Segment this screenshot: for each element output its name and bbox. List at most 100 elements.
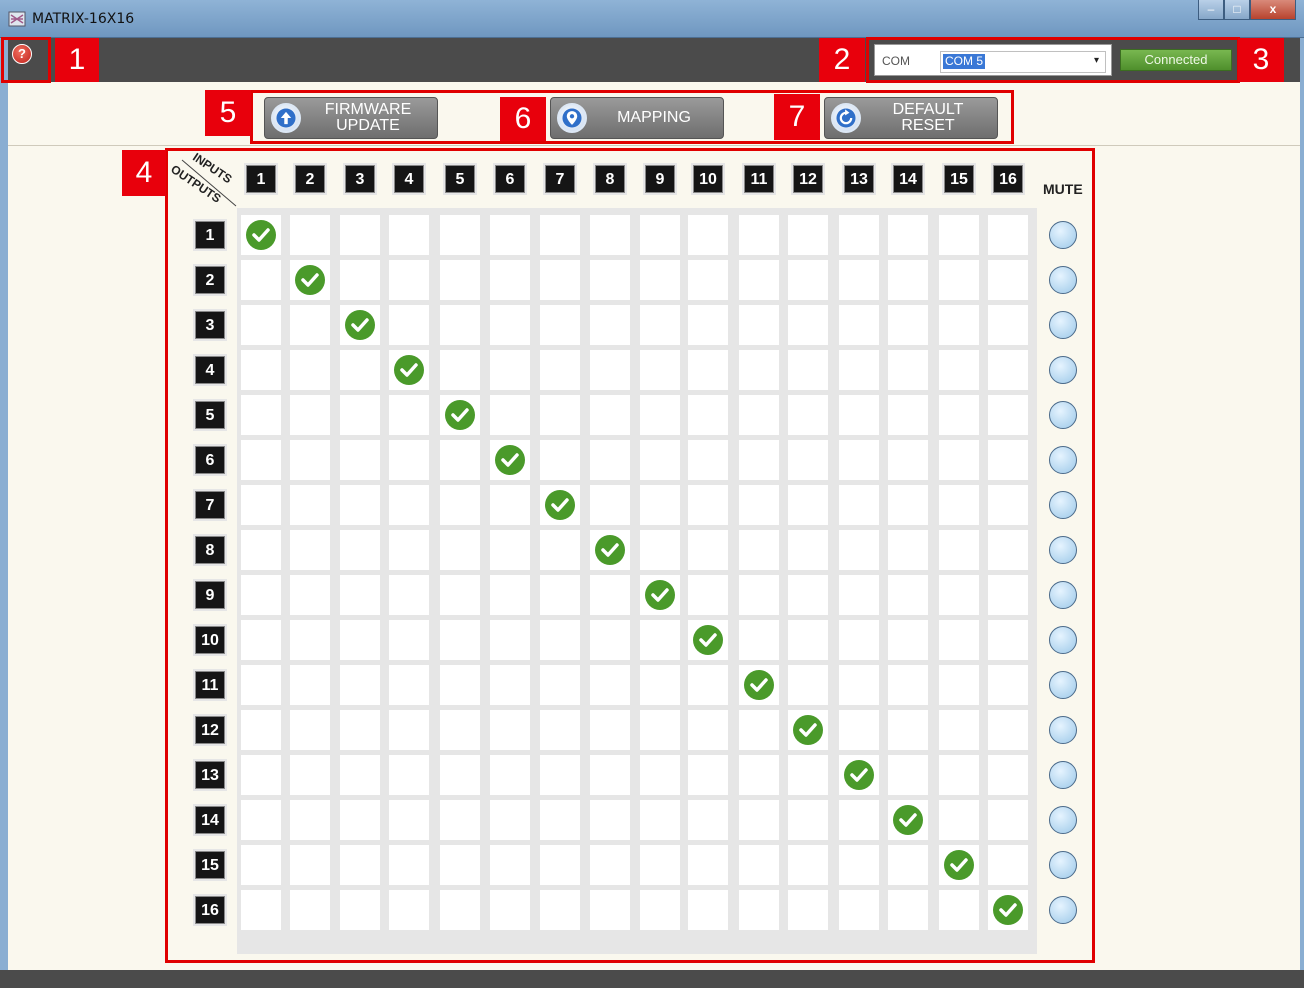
matrix-cell[interactable] [888,755,928,795]
checkmark-icon[interactable] [890,802,926,838]
matrix-cell[interactable] [739,485,779,525]
matrix-cell[interactable] [241,575,281,615]
output-5-button[interactable]: 5 [195,401,225,429]
output-14-button[interactable]: 14 [195,806,225,834]
matrix-cell[interactable] [640,890,680,930]
matrix-cell[interactable] [640,800,680,840]
matrix-cell[interactable] [290,215,330,255]
matrix-cell[interactable] [788,350,828,390]
matrix-cell[interactable] [988,485,1028,525]
input-10-button[interactable]: 10 [693,165,723,193]
matrix-cell[interactable] [340,620,380,660]
matrix-cell[interactable] [290,845,330,885]
matrix-cell[interactable] [640,665,680,705]
matrix-cell[interactable] [939,260,979,300]
matrix-cell[interactable] [988,755,1028,795]
output-12-button[interactable]: 12 [195,716,225,744]
matrix-cell[interactable] [839,395,879,435]
output-16-button[interactable]: 16 [195,896,225,924]
matrix-cell[interactable] [540,440,580,480]
matrix-cell[interactable] [640,845,680,885]
matrix-cell[interactable] [739,845,779,885]
matrix-cell[interactable] [839,665,879,705]
mute-button-output-8[interactable] [1049,536,1077,564]
matrix-cell[interactable] [590,800,630,840]
input-16-button[interactable]: 16 [993,165,1023,193]
matrix-cell[interactable] [739,260,779,300]
checkmark-icon[interactable] [741,667,777,703]
matrix-cell[interactable] [241,890,281,930]
matrix-cell[interactable] [540,530,580,570]
matrix-cell[interactable] [490,665,530,705]
matrix-cell[interactable] [640,260,680,300]
matrix-cell[interactable] [839,890,879,930]
input-14-button[interactable]: 14 [893,165,923,193]
matrix-cell[interactable] [839,485,879,525]
matrix-cell[interactable] [340,440,380,480]
matrix-cell[interactable] [739,755,779,795]
matrix-cell[interactable] [788,260,828,300]
matrix-cell[interactable] [241,710,281,750]
matrix-cell[interactable] [839,620,879,660]
matrix-cell[interactable] [340,215,380,255]
input-15-button[interactable]: 15 [944,165,974,193]
matrix-cell[interactable] [788,755,828,795]
matrix-cell[interactable] [340,485,380,525]
matrix-cell[interactable] [888,845,928,885]
matrix-cell[interactable] [440,530,480,570]
matrix-cell[interactable] [939,665,979,705]
matrix-cell[interactable] [839,350,879,390]
matrix-cell[interactable] [340,260,380,300]
matrix-cell[interactable] [888,665,928,705]
matrix-cell[interactable] [241,845,281,885]
matrix-cell[interactable] [688,530,728,570]
matrix-cell[interactable] [440,710,480,750]
matrix-cell[interactable] [241,800,281,840]
matrix-cell[interactable] [988,620,1028,660]
checkmark-icon[interactable] [790,712,826,748]
matrix-cell[interactable] [540,305,580,345]
matrix-cell[interactable] [241,485,281,525]
matrix-cell[interactable] [939,890,979,930]
matrix-cell[interactable] [788,800,828,840]
checkmark-icon[interactable] [690,622,726,658]
matrix-cell[interactable] [688,755,728,795]
matrix-cell[interactable] [839,305,879,345]
matrix-cell[interactable] [241,620,281,660]
input-5-button[interactable]: 5 [445,165,475,193]
mute-button-output-16[interactable] [1049,896,1077,924]
matrix-cell[interactable] [888,440,928,480]
matrix-cell[interactable] [590,350,630,390]
matrix-cell[interactable] [340,575,380,615]
input-4-button[interactable]: 4 [394,165,424,193]
matrix-cell[interactable] [440,665,480,705]
matrix-cell[interactable] [389,305,429,345]
matrix-cell[interactable] [839,440,879,480]
matrix-cell[interactable] [739,440,779,480]
matrix-cell[interactable] [241,395,281,435]
matrix-cell[interactable] [241,755,281,795]
matrix-cell[interactable] [389,845,429,885]
output-1-button[interactable]: 1 [195,221,225,249]
matrix-cell[interactable] [290,800,330,840]
matrix-cell[interactable] [839,800,879,840]
matrix-cell[interactable] [739,350,779,390]
matrix-cell[interactable] [340,845,380,885]
checkmark-icon[interactable] [841,757,877,793]
matrix-cell[interactable] [739,800,779,840]
matrix-cell[interactable] [640,620,680,660]
matrix-cell[interactable] [939,575,979,615]
matrix-cell[interactable] [739,710,779,750]
matrix-cell[interactable] [988,260,1028,300]
checkmark-icon[interactable] [442,397,478,433]
input-13-button[interactable]: 13 [844,165,874,193]
matrix-cell[interactable] [988,215,1028,255]
close-button[interactable]: x [1250,0,1296,20]
mute-button-output-10[interactable] [1049,626,1077,654]
matrix-cell[interactable] [440,890,480,930]
matrix-cell[interactable] [389,575,429,615]
matrix-cell[interactable] [839,530,879,570]
matrix-cell[interactable] [739,395,779,435]
matrix-cell[interactable] [739,530,779,570]
matrix-cell[interactable] [590,395,630,435]
